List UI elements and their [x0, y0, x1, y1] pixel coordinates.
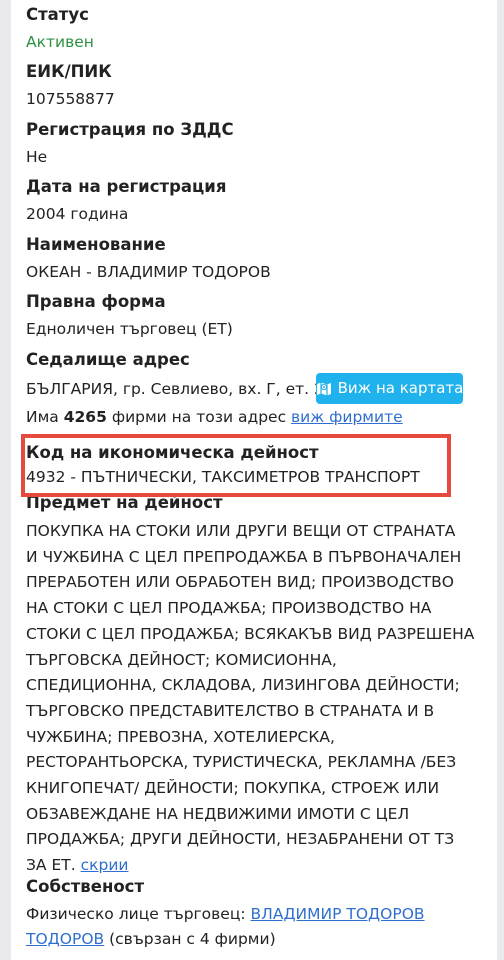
- subject-line: НА СТОКИ С ЦЕЛ ПРОДАЖБА; ПРОИЗВОДСТВО НА: [26, 599, 432, 618]
- company-name-value: ОКЕАН - ВЛАДИМИР ТОДОРОВ: [26, 263, 271, 281]
- subject-line: ОБЗАВЕЖДАНЕ НА НЕДВИЖИМИ ИМОТИ С ЦЕЛ: [26, 804, 410, 823]
- subject-field: Предмет на дейност: [26, 492, 494, 514]
- map-icon: [316, 381, 332, 396]
- vat-value: Не: [26, 148, 48, 166]
- ownership-prefix: Физическо лице търговец:: [26, 905, 246, 923]
- ownership-line-1: Физическо лице търговец: ВЛАДИМИР ТОДОРО…: [26, 902, 494, 927]
- activity-code-value: 4932 - ПЪТНИЧЕСКИ, ТАКСИМЕТРОВ ТРАНСПОРТ: [26, 468, 420, 486]
- companies-prefix: Има: [26, 408, 59, 426]
- activity-code-field: Код на икономическа дейност 4932 - ПЪТНИ…: [26, 442, 494, 488]
- legal-form-label: Правна форма: [26, 292, 166, 311]
- subject-last-text: ЗА ЕТ.: [26, 856, 76, 875]
- company-name-field: Наименование ОКЕАН - ВЛАДИМИР ТОДОРОВ: [26, 234, 494, 283]
- subject-line: СТОКИ С ЦЕЛ ПРОДАЖБА; ВСЯКАКЪВ ВИД РАЗРЕ…: [26, 624, 475, 643]
- ownership-label: Собственост: [26, 877, 145, 896]
- registration-date-label: Дата на регистрация: [26, 177, 227, 196]
- subject-line: ЧУЖБИНА; ПРЕВОЗНА, ХОТЕЛИЕРСКА,: [26, 727, 335, 746]
- companies-count: 4265: [63, 408, 107, 426]
- activity-code-label: Код на икономическа дейност: [26, 443, 319, 462]
- view-on-map-label: Виж на картата: [337, 379, 464, 397]
- ownership-line-2: ТОДОРОВ (свързан с 4 фирми): [26, 927, 494, 952]
- view-on-map-button[interactable]: Виж на картата: [316, 373, 463, 404]
- legal-form-field: Правна форма Едноличен търговец (ЕТ): [26, 291, 494, 340]
- subject-line: РЕСТОРАНТЬОРСКА, ТУРИСТИЧЕСКА, РЕКЛАМНА …: [26, 753, 457, 772]
- subject-line: КНИГОПЕЧАТ/ ДЕЙНОСТИ; ПОКУПКА, СТРОЕЖ ИЛ…: [26, 779, 440, 798]
- subject-line: ПОКУПКА НА СТОКИ ИЛИ ДРУГИ ВЕЩИ ОТ СТРАН…: [26, 522, 456, 540]
- vat-field: Регистрация по ЗДДС Не: [26, 119, 494, 168]
- companies-at-address: Има 4265 фирми на този адрес виж фирмите: [26, 406, 403, 428]
- ownership-field: Собственост Физическо лице търговец: ВЛА…: [26, 876, 494, 952]
- owner-name-link[interactable]: ВЛАДИМИР ТОДОРОВ: [251, 905, 425, 923]
- owner-surname-link[interactable]: ТОДОРОВ: [26, 930, 104, 948]
- ownership-suffix: (свързан с 4 фирми): [109, 930, 276, 948]
- subject-last-line: ЗА ЕТ. скрии: [26, 853, 492, 879]
- subject-line: ТЪРГОВСКА ДЕЙНОСТ; КОМИСИОННА,: [26, 650, 337, 669]
- vat-label: Регистрация по ЗДДС: [26, 120, 234, 139]
- subject-line: ПРЕРАБОТЕН ИЛИ ОБРАБОТЕН ВИД; ПРОИЗВОДСТ…: [26, 573, 454, 592]
- view-companies-link[interactable]: виж фирмите: [291, 408, 403, 426]
- hide-link[interactable]: скрии: [81, 856, 129, 874]
- company-name-label: Наименование: [26, 235, 166, 254]
- subject-line: И ЧУЖБИНА С ЦЕЛ ПРЕПРОДАЖБА В ПЪРВОНАЧАЛ…: [26, 547, 462, 566]
- subject-label: Предмет на дейност: [26, 493, 223, 512]
- status-field: Статус Активен: [26, 4, 494, 53]
- status-value: Активен: [26, 33, 94, 51]
- registration-date-field: Дата на регистрация 2004 година: [26, 176, 494, 225]
- legal-form-value: Едноличен търговец (ЕТ): [26, 320, 233, 338]
- status-label: Статус: [26, 5, 89, 24]
- eik-label: ЕИК/ПИК: [26, 62, 112, 81]
- registration-date-value: 2004 година: [26, 205, 129, 223]
- subject-line: СПЕДИЦИОННА, СКЛАДОВА, ЛИЗИНГОВА ДЕЙНОСТ…: [26, 676, 460, 695]
- subject-line: ТЪРГОВСКО ПРЕДСТАВИТЕЛСТВО В СТРАНАТА И …: [26, 701, 435, 720]
- companies-suffix: фирми на този адрес: [111, 408, 287, 426]
- address-label: Седалище адрес: [26, 350, 190, 369]
- subject-text: ПОКУПКА НА СТОКИ ИЛИ ДРУГИ ВЕЩИ ОТ СТРАН…: [26, 519, 492, 879]
- eik-value: 107558877: [26, 90, 115, 108]
- eik-field: ЕИК/ПИК 107558877: [26, 61, 494, 110]
- subject-line: ПРОДАЖБА; ДРУГИ ДЕЙНОСТИ, НЕЗАБРАНЕНИ ОТ…: [26, 830, 455, 849]
